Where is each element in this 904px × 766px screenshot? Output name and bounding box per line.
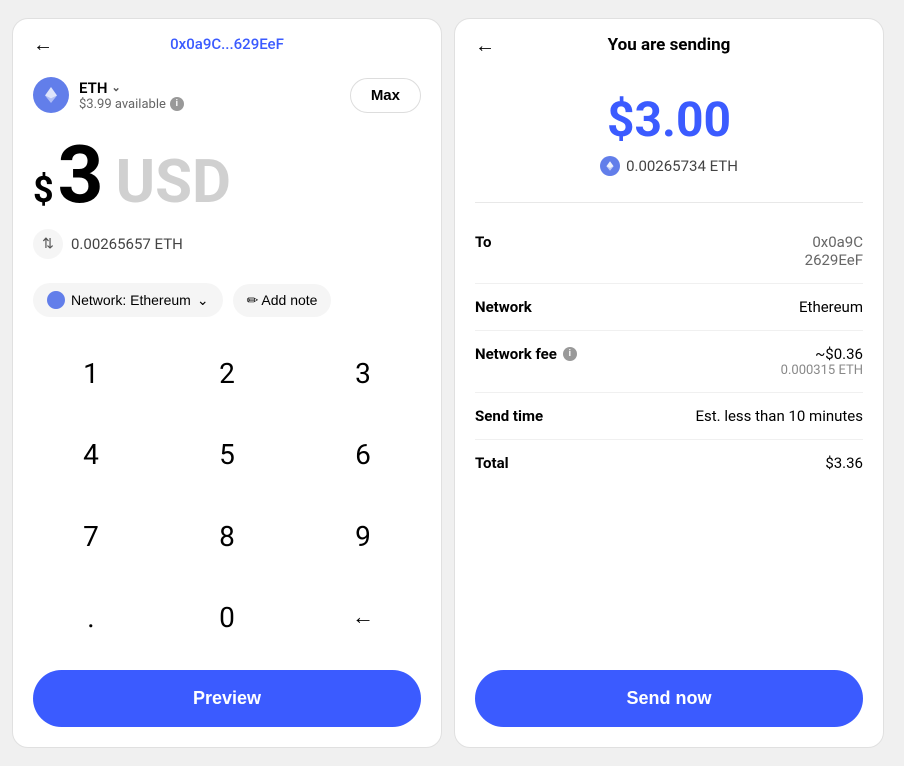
key-4[interactable]: 4 <box>23 414 159 495</box>
key-0[interactable]: 0 <box>159 577 295 658</box>
left-back-button[interactable]: ← <box>33 32 53 57</box>
token-row: ETH ⌄ $3.99 available i Max <box>13 69 441 125</box>
numpad: 1 2 3 4 5 6 7 8 9 . 0 ← <box>13 333 441 658</box>
amount-display: $ 3 USD <box>13 125 441 225</box>
amount-number: 3 <box>58 135 104 215</box>
divider <box>475 202 863 203</box>
send-time-value: Est. less than 10 minutes <box>695 407 863 425</box>
preview-button[interactable]: Preview <box>33 670 421 727</box>
token-balance: $3.99 available i <box>79 97 184 112</box>
eth-sub-text: 0.00265734 ETH <box>626 157 738 175</box>
network-detail-value: Ethereum <box>799 298 863 316</box>
token-details: ETH ⌄ $3.99 available i <box>79 79 184 112</box>
network-detail-label: Network <box>475 298 532 316</box>
max-button[interactable]: Max <box>350 78 421 113</box>
key-8[interactable]: 8 <box>159 496 295 577</box>
key-backspace[interactable]: ← <box>295 577 431 658</box>
to-address: 0x0a9C 2629EeF <box>805 233 863 269</box>
convert-icon[interactable]: ⇅ <box>33 229 63 259</box>
total-row: Total $3.36 <box>475 440 863 486</box>
token-info[interactable]: ETH ⌄ $3.99 available i <box>33 77 184 113</box>
key-6[interactable]: 6 <box>295 414 431 495</box>
amount-currency: USD <box>116 146 232 217</box>
details-section: To 0x0a9C 2629EeF Network Ethereum Netwo… <box>455 219 883 658</box>
key-3[interactable]: 3 <box>295 333 431 414</box>
eth-sub-icon <box>600 156 620 176</box>
send-time-row: Send time Est. less than 10 minutes <box>475 393 863 440</box>
key-7[interactable]: 7 <box>23 496 159 577</box>
sending-amount: $3.00 0.00265734 ETH <box>455 71 883 186</box>
fee-label: Network fee i <box>475 345 577 363</box>
network-row: Network Ethereum <box>475 284 863 331</box>
network-icon <box>47 291 65 309</box>
key-dot[interactable]: . <box>23 577 159 658</box>
wallet-address: 0x0a9C...629EeF <box>170 35 284 53</box>
eth-icon <box>33 77 69 113</box>
right-panel: ← You are sending $3.00 0.00265734 ETH T <box>454 18 884 748</box>
fee-value: ~$0.36 0.000315 ETH <box>781 345 863 378</box>
info-icon: i <box>170 97 184 111</box>
key-2[interactable]: 2 <box>159 333 295 414</box>
eth-equivalent: ⇅ 0.00265657 ETH <box>13 225 441 275</box>
network-button[interactable]: Network: Ethereum ⌄ <box>33 283 223 317</box>
token-chevron-icon: ⌄ <box>111 81 120 94</box>
key-5[interactable]: 5 <box>159 414 295 495</box>
right-header: ← You are sending <box>455 19 883 71</box>
key-9[interactable]: 9 <box>295 496 431 577</box>
left-panel: ← 0x0a9C...629EeF ETH ⌄ $3. <box>12 18 442 748</box>
options-row: Network: Ethereum ⌄ ✏ Add note <box>13 275 441 333</box>
send-time-label: Send time <box>475 407 543 425</box>
left-header: ← 0x0a9C...629EeF <box>13 19 441 69</box>
right-back-button[interactable]: ← <box>475 33 495 58</box>
network-label: Network: Ethereum <box>71 292 191 308</box>
dollar-sign: $ <box>33 169 54 211</box>
add-note-button[interactable]: ✏ Add note <box>233 284 332 317</box>
eth-amount-text: 0.00265657 ETH <box>71 235 183 253</box>
network-chevron-icon: ⌄ <box>197 292 209 309</box>
token-name: ETH ⌄ <box>79 79 184 97</box>
usd-amount: $3.00 <box>475 91 863 148</box>
to-label: To <box>475 233 492 251</box>
right-title: You are sending <box>608 35 731 55</box>
key-1[interactable]: 1 <box>23 333 159 414</box>
fee-info-icon: i <box>563 347 577 361</box>
total-label: Total <box>475 454 509 472</box>
fee-row: Network fee i ~$0.36 0.000315 ETH <box>475 331 863 393</box>
eth-sub-amount: 0.00265734 ETH <box>475 156 863 176</box>
to-row: To 0x0a9C 2629EeF <box>475 219 863 284</box>
send-now-button[interactable]: Send now <box>475 670 863 727</box>
total-value: $3.36 <box>825 454 863 472</box>
add-note-label: ✏ Add note <box>247 292 318 309</box>
